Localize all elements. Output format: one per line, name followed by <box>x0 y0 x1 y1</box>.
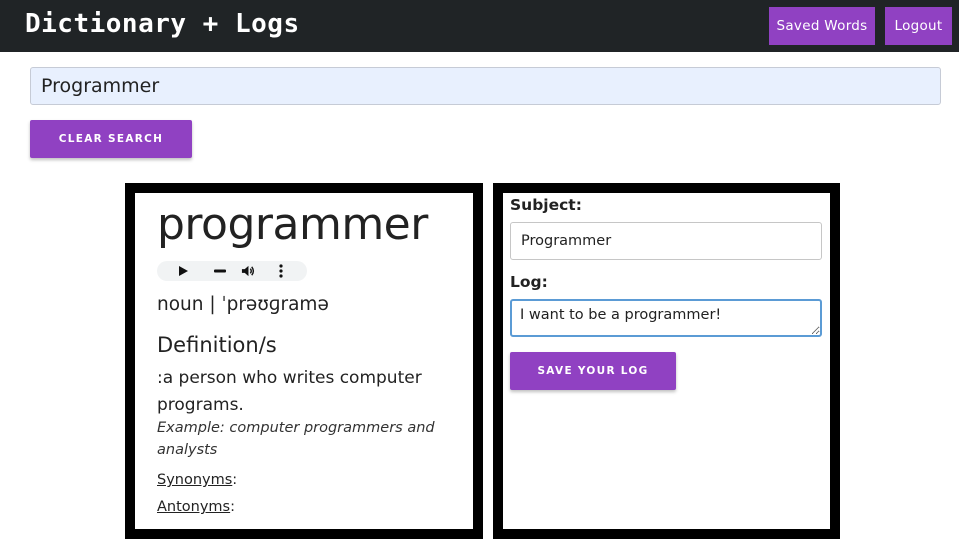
word-heading: programmer <box>157 199 428 250</box>
pos-separator: | <box>203 294 222 315</box>
example-text: Example: computer programmers and analys… <box>157 420 435 458</box>
synonyms-line: Synonyms: <box>157 472 237 488</box>
logout-button[interactable]: Logout <box>885 7 952 45</box>
volume-icon[interactable] <box>241 264 255 278</box>
subject-label: Subject: <box>510 196 582 214</box>
audio-player[interactable] <box>157 261 307 281</box>
saved-words-button[interactable]: Saved Words <box>769 7 875 45</box>
part-of-speech-line: noun | ˈprəʊɡramə <box>157 294 329 315</box>
save-log-button[interactable]: SAVE YOUR LOG <box>510 352 676 390</box>
log-panel: Subject: Log: I want to be a programmer!… <box>493 183 840 539</box>
antonyms-line: Antonyms: <box>157 499 235 515</box>
top-navbar: Dictionary + Logs Saved Words Logout <box>0 0 959 52</box>
antonyms-suffix: : <box>230 499 236 515</box>
play-icon[interactable] <box>176 264 190 278</box>
log-label: Log: <box>510 273 548 291</box>
log-textarea[interactable]: I want to be a programmer! <box>510 299 822 337</box>
synonyms-suffix: : <box>232 472 238 488</box>
app-title: Dictionary + Logs <box>25 9 300 39</box>
more-options-icon[interactable] <box>274 264 288 278</box>
clear-search-button[interactable]: CLEAR SEARCH <box>30 120 192 158</box>
subject-input[interactable] <box>510 222 822 260</box>
progress-icon[interactable] <box>213 264 227 278</box>
pronunciation: ˈprəʊɡramə <box>221 294 329 315</box>
synonyms-label: Synonyms <box>157 472 233 488</box>
log-form: Subject: Log: I want to be a programmer!… <box>503 193 830 529</box>
definition-text: :a person who writes computer programs. <box>157 368 422 415</box>
part-of-speech: noun <box>157 294 204 315</box>
search-input[interactable] <box>30 67 941 105</box>
antonyms-label: Antonyms <box>157 499 231 515</box>
definition-panel: programmer noun | ˈprəʊɡramə Definition/… <box>125 183 483 539</box>
definition-card: programmer noun | ˈprəʊɡramə Definition/… <box>135 193 473 529</box>
definitions-heading: Definition/s <box>157 333 277 357</box>
